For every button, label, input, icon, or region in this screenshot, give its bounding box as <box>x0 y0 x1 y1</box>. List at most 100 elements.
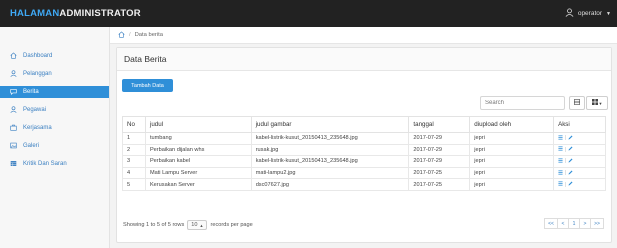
user-menu[interactable]: operator ▼ <box>565 8 611 19</box>
cell-tanggal: 2017-07-29 <box>408 143 471 157</box>
grid-icon <box>591 99 598 107</box>
column-header-diupload-oleh[interactable]: diupload oleh <box>469 116 555 133</box>
first-page-button[interactable]: << <box>544 218 558 229</box>
home-icon <box>10 51 17 61</box>
cell-aksi: | <box>553 155 606 168</box>
user-name: operator <box>577 10 603 17</box>
table-row: 3 Perbaikan kabel kabel-listrik-kusut_2015… <box>122 155 606 168</box>
rows-summary: Showing 1 to 5 of 5 rows <box>123 222 185 228</box>
sidebar-item-kritik-dan-saran[interactable]: Kritik Dan Saran <box>0 158 109 170</box>
caret-down-icon: ▼ <box>606 10 611 17</box>
action-divider: | <box>565 135 567 142</box>
page-size-select[interactable]: 10 ▲ <box>187 220 208 230</box>
sidebar-item-label: Pegawai <box>23 107 47 113</box>
pagination: << < 1 > >> <box>544 218 604 229</box>
cell-diupload-oleh: jepri <box>469 143 555 157</box>
columns-button[interactable]: ▼ <box>586 96 608 110</box>
cell-judul-gambar: kabel-listrik-kusut_20150413_235648.jpg <box>250 132 410 145</box>
sidebar-item-berita[interactable]: Berita <box>0 86 109 98</box>
breadcrumb-current: Data berita <box>134 32 163 38</box>
content-panel: Data Berita Tambah Data ▼ No judul judul… <box>116 47 612 243</box>
cell-no: 4 <box>122 166 146 180</box>
sidebar-item-dashboard[interactable]: Dashboard <box>0 50 109 62</box>
table-row: 5 Kerusakan Server dsc07627.jpg 2017-07-25 j… <box>122 178 606 191</box>
list-icon <box>574 99 581 107</box>
caret-up-icon: ▲ <box>199 222 204 228</box>
brand-part1: HALAMAN <box>10 8 60 19</box>
sidebar-item-label: Kerjasama <box>23 125 52 131</box>
last-page-button[interactable]: >> <box>590 218 604 229</box>
action-divider: | <box>565 170 567 177</box>
cell-tanggal: 2017-07-29 <box>408 155 471 168</box>
cell-diupload-oleh: jepri <box>469 132 555 145</box>
column-header-judul-gambar[interactable]: judul gambar <box>250 116 410 133</box>
edit-pencil-icon[interactable] <box>568 158 573 165</box>
table-row: 4 Mati Lampu Server mati-lampu2.jpg 2017-07… <box>122 166 606 180</box>
sidebar-item-pelanggan[interactable]: Pelanggan <box>0 68 109 80</box>
search-input[interactable] <box>480 96 565 110</box>
edit-pencil-icon[interactable] <box>568 181 573 188</box>
row-actions: | <box>558 170 605 177</box>
image-icon <box>10 142 17 151</box>
chat-icon <box>10 88 17 97</box>
cell-diupload-oleh: jepri <box>469 178 555 191</box>
cell-judul-gambar: rusak.jpg <box>250 143 410 157</box>
view-list-icon[interactable] <box>558 135 563 142</box>
page-title: Data Berita <box>117 48 611 71</box>
sidebar-item-label: Berita <box>23 89 39 95</box>
column-header-no[interactable]: No <box>122 116 146 133</box>
brand-logo[interactable]: HALAMANADMINISTRATOR <box>10 8 141 19</box>
cell-diupload-oleh: jepri <box>469 166 555 180</box>
column-header-aksi: Aksi <box>553 116 606 133</box>
action-divider: | <box>565 181 567 188</box>
table-header-row: No judul judul gambar tanggal diupload o… <box>122 116 606 133</box>
table-row: 1 tumbang kabel-listrik-kusut_20150413_235… <box>122 132 606 145</box>
sidebar-item-label: Galeri <box>23 143 40 149</box>
cell-judul-gambar: kabel-listrik-kusut_20150413_235648.jpg <box>250 155 410 168</box>
edit-pencil-icon[interactable] <box>568 146 573 153</box>
cell-judul: Perbaikan kabel <box>144 155 252 168</box>
pagination-info: Showing 1 to 5 of 5 rows 10 ▲ records per… <box>123 220 253 230</box>
cell-judul: Mati Lampu Server <box>144 166 252 180</box>
sidebar-item-galeri[interactable]: Galeri <box>0 140 109 152</box>
cell-judul-gambar: mati-lampu2.jpg <box>250 166 410 180</box>
column-header-tanggal[interactable]: tanggal <box>408 116 471 133</box>
home-icon[interactable] <box>118 30 125 40</box>
cell-aksi: | <box>553 166 606 180</box>
add-data-button[interactable]: Tambah Data <box>122 79 173 92</box>
cell-tanggal: 2017-07-25 <box>408 166 471 180</box>
user-icon <box>10 105 17 115</box>
view-list-icon[interactable] <box>558 158 563 165</box>
sidebar: Dashboard Pelanggan Berita Pegawai Kerjasama… <box>0 27 110 248</box>
cell-aksi: | <box>553 132 606 145</box>
sidebar-item-kerjasama[interactable]: Kerjasama <box>0 122 109 134</box>
cell-tanggal: 2017-07-25 <box>408 178 471 191</box>
brand-part2: ADMINISTRATOR <box>59 8 141 19</box>
view-list-icon[interactable] <box>558 170 563 177</box>
edit-pencil-icon[interactable] <box>568 170 573 177</box>
row-actions: | <box>558 146 605 153</box>
view-list-icon[interactable] <box>558 146 563 153</box>
toggle-view-button[interactable] <box>569 96 585 110</box>
cell-aksi: | <box>553 143 606 157</box>
table-row: 2 Perbaikan dijalan whs rusak.jpg 2017-07-2… <box>122 143 606 157</box>
table-body: 1 tumbang kabel-listrik-kusut_20150413_235… <box>122 132 606 191</box>
action-divider: | <box>565 146 567 153</box>
row-actions: | <box>558 181 605 188</box>
view-list-icon[interactable] <box>558 181 563 188</box>
cell-aksi: | <box>553 178 606 191</box>
user-icon <box>10 69 17 79</box>
cell-judul: tumbang <box>144 132 252 145</box>
sidebar-item-label: Pelanggan <box>23 71 52 77</box>
cell-no: 2 <box>122 143 146 157</box>
row-actions: | <box>558 158 605 165</box>
cell-diupload-oleh: jepri <box>469 155 555 168</box>
cell-judul: Kerusakan Server <box>144 178 252 191</box>
cell-no: 1 <box>122 132 146 145</box>
sidebar-item-pegawai[interactable]: Pegawai <box>0 104 109 116</box>
column-header-judul[interactable]: judul <box>144 116 252 133</box>
sidebar-item-label: Kritik Dan Saran <box>23 161 67 167</box>
caret-down-icon: ▼ <box>598 100 603 106</box>
top-navbar: HALAMANADMINISTRATOR operator ▼ <box>0 0 617 27</box>
edit-pencil-icon[interactable] <box>568 135 573 142</box>
